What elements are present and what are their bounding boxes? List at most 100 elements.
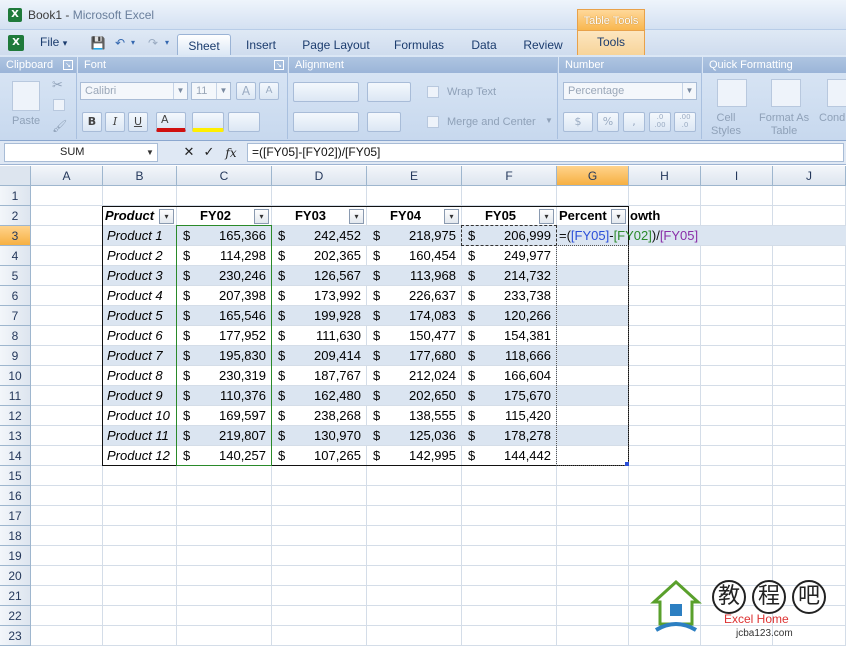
column-header-g[interactable]: G <box>557 166 629 186</box>
name-box[interactable]: SUM ▼ <box>4 143 158 162</box>
value-cell-fy02[interactable]: 169,597 <box>177 406 266 426</box>
chevron-down-icon[interactable]: ▼ <box>682 83 696 99</box>
column-header-c[interactable]: C <box>177 166 272 186</box>
value-cell-fy02[interactable]: 114,298 <box>177 246 266 266</box>
value-cell-fy03[interactable]: 173,992 <box>272 286 361 306</box>
row-header-3[interactable]: 3 <box>0 226 31 246</box>
value-cell-fy03[interactable]: 107,265 <box>272 446 361 466</box>
conditional-format-button[interactable]: Cond <box>819 112 845 124</box>
value-cell-fy04[interactable]: 218,975 <box>367 226 456 246</box>
value-cell-fy02[interactable]: 165,546 <box>177 306 266 326</box>
row-header-16[interactable]: 16 <box>0 486 31 506</box>
value-cell-fy05[interactable]: 154,381 <box>462 326 551 346</box>
filter-dropdown-fy04[interactable]: ▾ <box>444 209 459 224</box>
product-name-cell[interactable]: Product 7 <box>105 346 163 366</box>
row-header-10[interactable]: 10 <box>0 366 31 386</box>
row-header-18[interactable]: 18 <box>0 526 31 546</box>
grow-font-button[interactable]: A <box>236 82 256 100</box>
wrap-text-button[interactable]: Wrap Text <box>447 86 496 98</box>
value-cell-fy02[interactable]: 230,319 <box>177 366 266 386</box>
value-cell-fy04[interactable]: 150,477 <box>367 326 456 346</box>
fill-color-button[interactable] <box>192 112 224 132</box>
row-header-12[interactable]: 12 <box>0 406 31 426</box>
merge-center-button[interactable]: Merge and Center <box>447 116 536 128</box>
undo-dropdown-icon[interactable]: ▾ <box>128 35 138 51</box>
font-name-combo[interactable]: Calibri ▼ <box>80 82 188 100</box>
increase-decimal-button[interactable]: .0 .00 <box>649 112 671 132</box>
value-cell-fy04[interactable]: 138,555 <box>367 406 456 426</box>
tab-formulas[interactable]: Formulas <box>385 34 453 55</box>
decrease-decimal-button[interactable]: .00 .0 <box>674 112 696 132</box>
row-header-7[interactable]: 7 <box>0 306 31 326</box>
column-header-f[interactable]: F <box>462 166 557 186</box>
row-header-11[interactable]: 11 <box>0 386 31 406</box>
filter-dropdown-product[interactable]: ▾ <box>159 209 174 224</box>
product-name-cell[interactable]: Product 3 <box>105 266 163 286</box>
value-cell-fy02[interactable]: 165,366 <box>177 226 266 246</box>
vertical-align-buttons[interactable] <box>293 112 359 132</box>
insert-function-icon[interactable]: fx <box>222 144 240 162</box>
enter-icon[interactable]: ✓ <box>200 144 218 162</box>
column-header-d[interactable]: D <box>272 166 367 186</box>
shrink-font-button[interactable]: A <box>259 82 279 100</box>
bold-button[interactable]: B <box>82 112 102 132</box>
number-format-combo[interactable]: Percentage ▼ <box>563 82 697 100</box>
tab-insert[interactable]: Insert <box>236 34 286 55</box>
value-cell-fy04[interactable]: 113,968 <box>367 266 456 286</box>
value-cell-fy05[interactable]: 233,738 <box>462 286 551 306</box>
copy-icon[interactable] <box>53 99 65 111</box>
value-cell-fy03[interactable]: 238,268 <box>272 406 361 426</box>
value-cell-fy03[interactable]: 187,767 <box>272 366 361 386</box>
value-cell-fy04[interactable]: 177,680 <box>367 346 456 366</box>
value-cell-fy03[interactable]: 199,928 <box>272 306 361 326</box>
save-icon[interactable]: 💾 <box>90 35 106 51</box>
value-cell-fy05[interactable]: 118,666 <box>462 346 551 366</box>
row-header-2[interactable]: 2 <box>0 206 31 226</box>
chevron-down-icon[interactable]: ▼ <box>545 116 553 125</box>
product-name-cell[interactable]: Product 1 <box>105 226 163 246</box>
value-cell-fy04[interactable]: 212,024 <box>367 366 456 386</box>
row-header-20[interactable]: 20 <box>0 566 31 586</box>
formula-input[interactable]: =([FY05]-[FY02])/[FY05] <box>247 143 844 162</box>
filter-dropdown-fy03[interactable]: ▾ <box>349 209 364 224</box>
filter-dropdown-percent[interactable]: ▾ <box>611 209 626 224</box>
indent-buttons[interactable] <box>367 82 411 102</box>
column-header-i[interactable]: I <box>701 166 773 186</box>
row-header-14[interactable]: 14 <box>0 446 31 466</box>
product-name-cell[interactable]: Product 4 <box>105 286 163 306</box>
italic-button[interactable]: I <box>105 112 125 132</box>
row-header-5[interactable]: 5 <box>0 266 31 286</box>
font-size-combo[interactable]: 11 ▼ <box>191 82 231 100</box>
tab-page-layout[interactable]: Page Layout <box>296 34 376 55</box>
percent-button[interactable]: % <box>597 112 619 132</box>
chevron-down-icon[interactable]: ▼ <box>216 83 230 99</box>
chevron-down-icon[interactable]: ▼ <box>143 144 157 161</box>
value-cell-fy03[interactable]: 242,452 <box>272 226 361 246</box>
row-header-22[interactable]: 22 <box>0 606 31 626</box>
value-cell-fy04[interactable]: 160,454 <box>367 246 456 266</box>
value-cell-fy05[interactable]: 115,420 <box>462 406 551 426</box>
product-name-cell[interactable]: Product 9 <box>105 386 163 406</box>
excel-app-icon[interactable]: X <box>8 8 22 22</box>
value-cell-fy02[interactable]: 230,246 <box>177 266 266 286</box>
comma-button[interactable]: , <box>623 112 645 132</box>
value-cell-fy04[interactable]: 202,650 <box>367 386 456 406</box>
row-header-23[interactable]: 23 <box>0 626 31 646</box>
value-cell-fy04[interactable]: 142,995 <box>367 446 456 466</box>
row-header-13[interactable]: 13 <box>0 426 31 446</box>
product-name-cell[interactable]: Product 2 <box>105 246 163 266</box>
value-cell-fy04[interactable]: 174,083 <box>367 306 456 326</box>
select-all-corner[interactable] <box>0 166 31 186</box>
tab-sheet[interactable]: Sheet <box>177 34 231 55</box>
row-header-15[interactable]: 15 <box>0 466 31 486</box>
filter-dropdown-fy05[interactable]: ▾ <box>539 209 554 224</box>
value-cell-fy02[interactable]: 207,398 <box>177 286 266 306</box>
product-name-cell[interactable]: Product 5 <box>105 306 163 326</box>
value-cell-fy02[interactable]: 140,257 <box>177 446 266 466</box>
value-cell-fy03[interactable]: 162,480 <box>272 386 361 406</box>
currency-button[interactable]: $ <box>563 112 593 132</box>
product-name-cell[interactable]: Product 10 <box>105 406 170 426</box>
row-header-17[interactable]: 17 <box>0 506 31 526</box>
value-cell-fy04[interactable]: 125,036 <box>367 426 456 446</box>
worksheet-grid[interactable]: ABCDEFGHIJ 1 2 3 4 5 6 7 8 9 10 11 12 13 14 15 16 17 18 19… <box>0 166 846 646</box>
